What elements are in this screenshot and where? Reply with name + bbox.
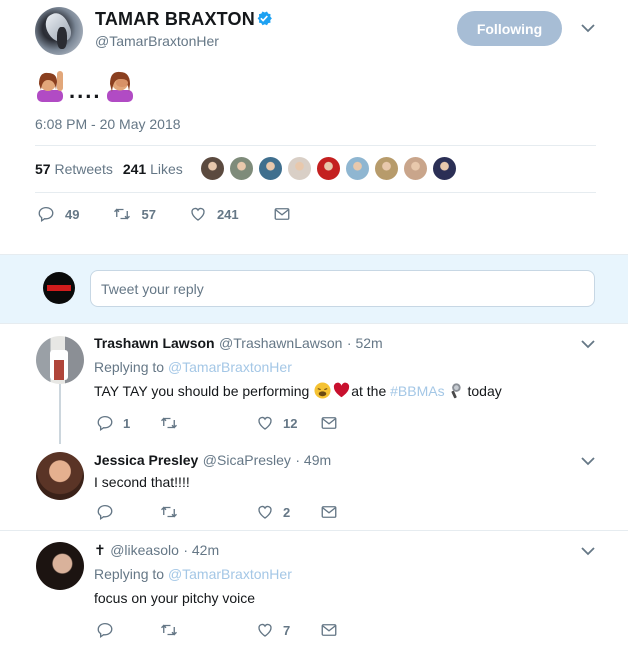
reply-input[interactable] bbox=[90, 270, 595, 307]
reply-time[interactable]: · 42m bbox=[183, 542, 219, 558]
reply-icon bbox=[38, 206, 54, 223]
reply-icon bbox=[97, 415, 113, 432]
retweet-action[interactable] bbox=[160, 414, 256, 432]
replying-to-line: Replying to @TamarBraxtonHer bbox=[94, 566, 292, 582]
reply-author-handle[interactable]: @likeasolo bbox=[110, 542, 179, 558]
like-action[interactable]: 7 bbox=[256, 621, 320, 639]
retweet-icon bbox=[114, 208, 131, 220]
replying-to-link[interactable]: @TamarBraxtonHer bbox=[168, 566, 292, 582]
author-avatar[interactable] bbox=[35, 7, 83, 55]
reply-action[interactable] bbox=[96, 503, 160, 521]
reply-avatar[interactable] bbox=[36, 336, 84, 384]
retweet-action[interactable] bbox=[160, 621, 256, 639]
liker-avatar[interactable] bbox=[345, 156, 370, 181]
reply-action[interactable]: 49 bbox=[37, 205, 79, 223]
reply-time[interactable]: · 49m bbox=[295, 452, 331, 468]
reply-avatar[interactable] bbox=[36, 542, 84, 590]
tweet-dots: .... bbox=[69, 78, 102, 103]
reply-author-name[interactable]: ✝ bbox=[94, 542, 106, 558]
heart-icon bbox=[258, 623, 272, 637]
reply-text: TAY TAY you should be performing at the … bbox=[94, 382, 502, 399]
liker-avatar[interactable] bbox=[316, 156, 341, 181]
tweet-text: .... bbox=[35, 66, 135, 102]
reply-actions: 7 bbox=[96, 621, 338, 639]
following-button[interactable]: Following bbox=[457, 11, 562, 46]
retweet-icon bbox=[161, 417, 177, 429]
liker-avatar[interactable] bbox=[200, 156, 225, 181]
like-action[interactable]: 12 bbox=[256, 414, 320, 432]
heart-icon bbox=[258, 505, 272, 519]
envelope-icon bbox=[274, 208, 290, 220]
retweet-action[interactable] bbox=[160, 503, 256, 521]
reply-author-name[interactable]: Jessica Presley bbox=[94, 452, 198, 468]
like-action[interactable]: 241 bbox=[189, 205, 239, 223]
chevron-down-icon[interactable] bbox=[581, 547, 595, 556]
reply-avatar[interactable] bbox=[36, 452, 84, 500]
microphone-emoji-icon bbox=[451, 383, 461, 399]
reply-actions: 1 12 bbox=[96, 414, 338, 432]
liker-avatar[interactable] bbox=[287, 156, 312, 181]
tweet-actions: 49 57 241 bbox=[37, 205, 291, 223]
tweet-timestamp[interactable]: 6:08 PM - 20 May 2018 bbox=[35, 116, 181, 132]
author-display-name[interactable]: TAMAR BRAXTON bbox=[95, 9, 255, 30]
envelope-icon bbox=[321, 624, 337, 636]
reply-icon bbox=[97, 504, 113, 521]
reply-actions: 2 bbox=[96, 503, 338, 521]
replying-to-link[interactable]: @TamarBraxtonHer bbox=[168, 359, 292, 375]
reply-action[interactable]: 1 bbox=[96, 414, 160, 432]
retweet-action[interactable]: 57 bbox=[113, 205, 156, 223]
woman-facepalming-emoji-icon bbox=[107, 71, 134, 102]
divider bbox=[35, 145, 596, 146]
dm-action[interactable] bbox=[273, 205, 291, 223]
reply-text: focus on your pitchy voice bbox=[94, 590, 256, 606]
liker-avatar[interactable] bbox=[258, 156, 283, 181]
chevron-down-icon[interactable] bbox=[581, 340, 595, 349]
weary-face-emoji-icon bbox=[314, 382, 331, 399]
heart-icon bbox=[258, 416, 272, 430]
reply-icon bbox=[97, 622, 113, 639]
likes-stat[interactable]: 241 Likes bbox=[123, 161, 183, 177]
liker-avatar[interactable] bbox=[374, 156, 399, 181]
reply-header: Jessica Presley @SicaPresley · 49m bbox=[94, 452, 331, 470]
dm-action[interactable] bbox=[320, 503, 338, 521]
reply-action[interactable] bbox=[96, 621, 160, 639]
retweet-icon bbox=[161, 624, 177, 636]
hashtag-link[interactable]: #BBMAs bbox=[390, 383, 444, 399]
tweet-stats: 57 Retweets 241 Likes bbox=[35, 161, 183, 177]
reply-header: Trashawn Lawson @TrashawnLawson · 52m bbox=[94, 335, 383, 353]
divider bbox=[35, 192, 596, 193]
author-handle[interactable]: @TamarBraxtonHer bbox=[95, 33, 219, 49]
envelope-icon bbox=[321, 417, 337, 429]
reply-author-handle[interactable]: @SicaPresley bbox=[203, 452, 291, 468]
chevron-down-icon[interactable] bbox=[581, 24, 595, 33]
replying-to-line: Replying to @TamarBraxtonHer bbox=[94, 359, 292, 375]
retweets-stat[interactable]: 57 Retweets bbox=[35, 161, 113, 177]
reply-text: I second that!!!! bbox=[94, 474, 190, 490]
liker-avatar[interactable] bbox=[432, 156, 457, 181]
retweet-icon bbox=[161, 506, 177, 518]
dm-action[interactable] bbox=[320, 621, 338, 639]
liker-avatar[interactable] bbox=[229, 156, 254, 181]
reply-author-name[interactable]: Trashawn Lawson bbox=[94, 335, 215, 351]
heart-icon bbox=[191, 207, 205, 221]
reply-header: ✝ @likeasolo · 42m bbox=[94, 542, 219, 560]
current-user-avatar bbox=[43, 272, 75, 304]
envelope-icon bbox=[321, 506, 337, 518]
chevron-down-icon[interactable] bbox=[581, 457, 595, 466]
red-heart-emoji-icon bbox=[334, 382, 350, 398]
woman-raising-hand-emoji-icon bbox=[37, 71, 63, 102]
liker-avatar[interactable] bbox=[403, 156, 428, 181]
like-action[interactable]: 2 bbox=[256, 503, 320, 521]
dm-action[interactable] bbox=[320, 414, 338, 432]
divider bbox=[0, 530, 628, 531]
thread-line bbox=[59, 384, 61, 444]
verified-badge-icon bbox=[257, 11, 272, 26]
reply-time[interactable]: · 52m bbox=[347, 335, 383, 351]
likers-avatar-row bbox=[200, 156, 457, 181]
reply-author-handle[interactable]: @TrashawnLawson bbox=[219, 335, 342, 351]
